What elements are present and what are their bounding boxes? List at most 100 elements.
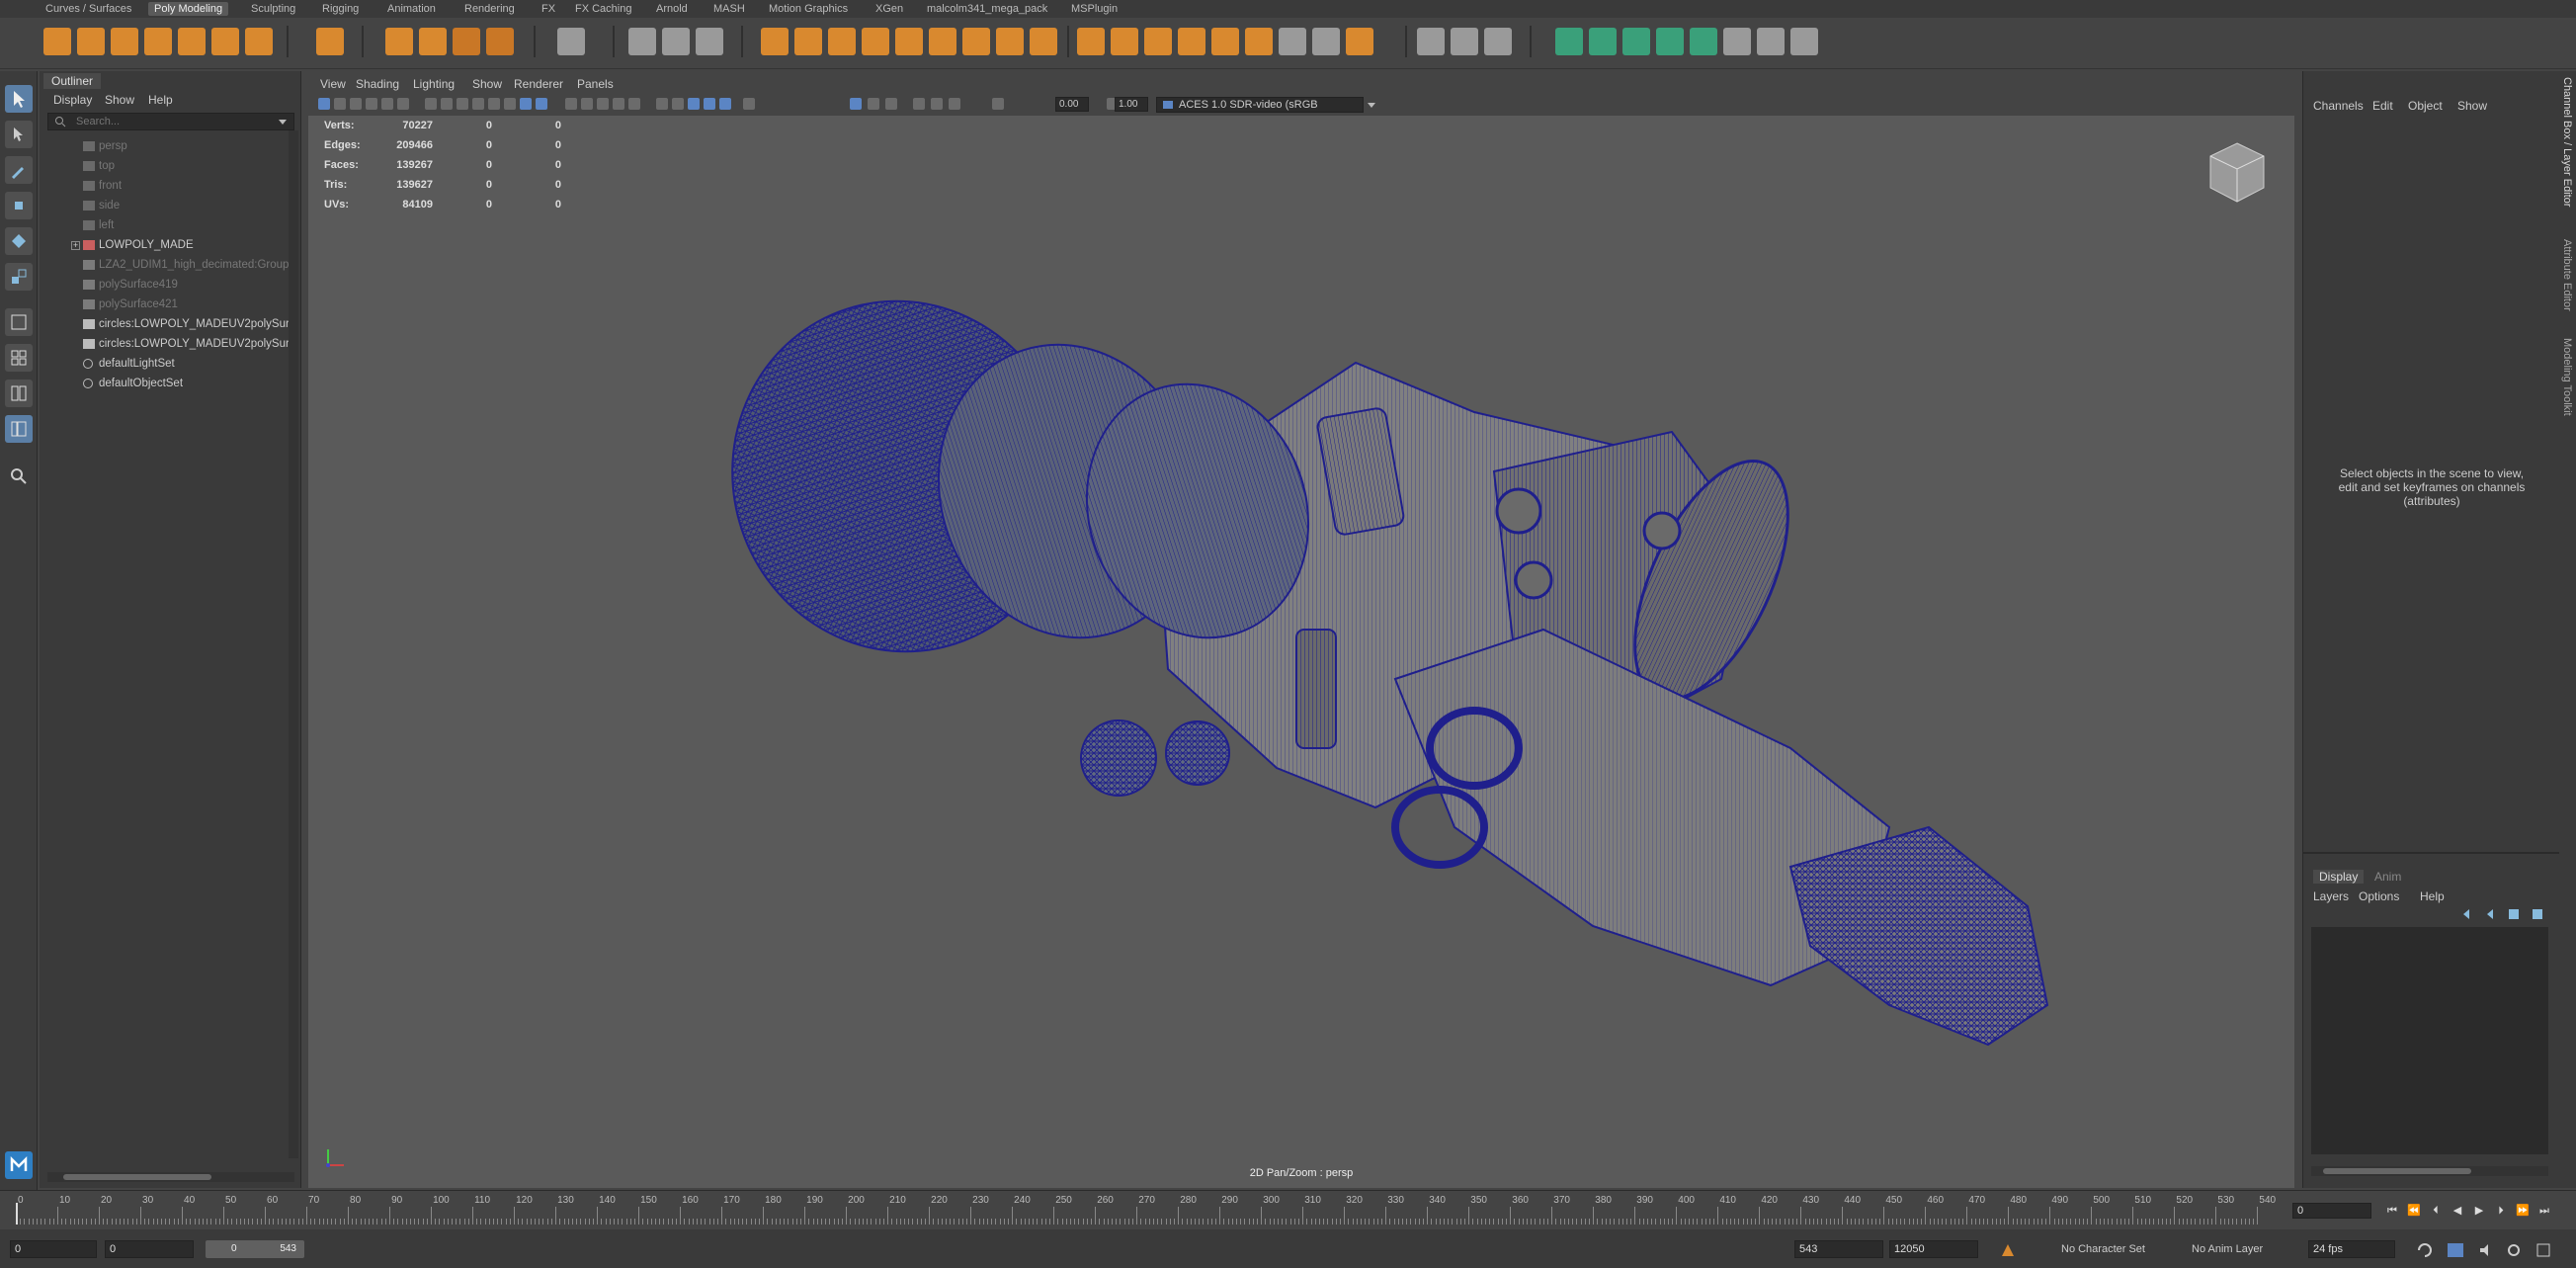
append-icon[interactable] (895, 28, 923, 55)
exposure-field[interactable]: 0.00 (1055, 97, 1089, 112)
uv-icon[interactable] (1077, 28, 1105, 55)
separate-icon[interactable] (662, 28, 690, 55)
viewport-menu-renderer[interactable]: Renderer (514, 77, 563, 91)
svg-icon[interactable] (486, 28, 514, 55)
viewport-menu-panels[interactable]: Panels (577, 77, 614, 91)
side-tab-attribute-editor[interactable]: Attribute Editor (2561, 239, 2573, 311)
outliner-item[interactable]: LZA2_UDIM1_high_decimated:Group (47, 255, 294, 275)
bridge-icon[interactable] (794, 28, 822, 55)
channel-box-menu-edit[interactable]: Edit (2372, 99, 2393, 113)
hud-icon[interactable] (581, 98, 593, 110)
outliner-menu-help[interactable]: Help (148, 93, 173, 107)
tab-anim[interactable]: Anim (2374, 870, 2401, 884)
playblast-icon[interactable] (885, 98, 897, 110)
uv-editor-icon[interactable] (1312, 28, 1340, 55)
green-tool-1-icon[interactable] (1555, 28, 1583, 55)
safe-action-icon[interactable] (488, 98, 500, 110)
script-editor-icon[interactable] (2535, 1242, 2551, 1258)
tab-msplugin[interactable]: MSPlugin (1065, 2, 1123, 16)
expand-toggle-icon[interactable]: + (71, 241, 80, 250)
poke-icon[interactable] (962, 28, 990, 55)
lasso-tool-icon[interactable] (5, 121, 33, 148)
layer-menu-options[interactable]: Options (2359, 889, 2399, 903)
outliner-item[interactable]: persp (47, 136, 294, 156)
tab-malcolm-mega-pack[interactable]: malcolm341_mega_pack (921, 2, 1053, 16)
green-tool-4-icon[interactable] (1656, 28, 1684, 55)
bevel-icon[interactable] (828, 28, 856, 55)
new-layer-selected-icon[interactable] (2533, 909, 2542, 919)
depth-of-field-icon[interactable] (743, 98, 755, 110)
mirror-icon[interactable] (628, 28, 656, 55)
collapse-icon[interactable] (1030, 28, 1057, 55)
transfer-icon[interactable] (1279, 28, 1306, 55)
bookmark-icon[interactable] (350, 98, 362, 110)
wireframe-on-shaded-icon[interactable] (628, 98, 640, 110)
current-time-field[interactable]: 0 (2292, 1203, 2371, 1219)
tab-xgen[interactable]: XGen (870, 2, 909, 16)
loop-icon[interactable] (2417, 1242, 2433, 1258)
end-time-field[interactable]: 12050 (1889, 1240, 1978, 1258)
paint-select-icon[interactable] (5, 156, 33, 184)
two-d-pan-icon[interactable] (381, 98, 393, 110)
viewcube-icon[interactable] (2202, 138, 2272, 208)
channel-box-menu-channels[interactable]: Channels (2313, 99, 2364, 113)
outliner-search-input[interactable] (76, 115, 274, 128)
layer-list[interactable] (2311, 927, 2548, 1154)
image-plane-icon[interactable] (366, 98, 377, 110)
poly-cone-icon[interactable] (144, 28, 172, 55)
platonic-solid-icon[interactable] (316, 28, 344, 55)
type-text-icon[interactable] (453, 28, 480, 55)
poly-disc-icon[interactable] (245, 28, 273, 55)
colorspace-dropdown[interactable]: ACES 1.0 SDR-video (sRGB (1156, 97, 1375, 113)
outliner-menu-display[interactable]: Display (53, 93, 92, 107)
tab-sculpting[interactable]: Sculpting (245, 2, 301, 16)
auto-key-icon[interactable] (2000, 1242, 2016, 1258)
tab-fx[interactable]: FX (536, 2, 561, 16)
cross-tool-icon[interactable] (1790, 28, 1818, 55)
view-transform-icon[interactable] (949, 98, 960, 110)
tab-fx-caching[interactable]: FX Caching (569, 2, 637, 16)
viewport-menu-shading[interactable]: Shading (356, 77, 399, 91)
current-time-marker[interactable] (16, 1203, 18, 1225)
outliner-vertical-scrollbar[interactable] (289, 130, 298, 1158)
extrude-icon[interactable] (761, 28, 789, 55)
isolate-select-icon[interactable] (850, 98, 862, 110)
search-icon[interactable] (5, 463, 33, 490)
safe-title-icon[interactable] (504, 98, 516, 110)
outliner-item[interactable]: polySurface421 (47, 295, 294, 314)
end-playback-field[interactable]: 543 (1794, 1240, 1883, 1258)
outliner-item[interactable]: circles:LOWPOLY_MADEUV2polySurfa (47, 334, 294, 354)
chevron-down-icon[interactable] (278, 119, 288, 127)
multi-cut-icon[interactable] (1417, 28, 1445, 55)
poly-cube-icon[interactable] (77, 28, 105, 55)
outliner-menu-show[interactable]: Show (105, 93, 134, 107)
outliner-item[interactable]: defaultLightSet (47, 354, 294, 374)
layout-outliner-icon[interactable] (5, 415, 33, 443)
automatic-map-icon[interactable] (1346, 28, 1373, 55)
wedge-icon[interactable] (996, 28, 1024, 55)
smooth-shade-icon[interactable] (536, 98, 547, 110)
outliner-item[interactable]: top (47, 156, 294, 176)
viewport-menu-view[interactable]: View (320, 77, 346, 91)
outliner-item[interactable]: left (47, 215, 294, 235)
outliner-item[interactable]: circles:LOWPOLY_MADEUV2polySurfa (47, 314, 294, 334)
shadows-icon[interactable] (688, 98, 700, 110)
start-time-field[interactable]: 0 (10, 1240, 97, 1258)
scale-tool-icon[interactable] (5, 263, 33, 291)
step-back-key-icon[interactable]: ⏪ (2407, 1205, 2421, 1217)
tab-motion-graphics[interactable]: Motion Graphics (763, 2, 854, 16)
start-playback-field[interactable]: 0 (105, 1240, 194, 1258)
poly-torus-icon[interactable] (178, 28, 206, 55)
tab-poly-modeling[interactable]: Poly Modeling (148, 2, 229, 16)
green-tool-3-icon[interactable] (1622, 28, 1650, 55)
side-tab-modeling-toolkit[interactable]: Modeling Toolkit (2561, 338, 2573, 416)
tab-animation[interactable]: Animation (381, 2, 442, 16)
planar-map-icon[interactable] (1245, 28, 1273, 55)
ambient-occlusion-icon[interactable] (704, 98, 715, 110)
poly-cylinder-icon[interactable] (111, 28, 138, 55)
rotate-tool-icon[interactable] (5, 227, 33, 255)
green-tool-2-icon[interactable] (1589, 28, 1617, 55)
fill-hole-icon[interactable] (929, 28, 956, 55)
play-backwards-icon[interactable]: ◀ (2451, 1205, 2464, 1217)
green-tool-5-icon[interactable] (1690, 28, 1717, 55)
